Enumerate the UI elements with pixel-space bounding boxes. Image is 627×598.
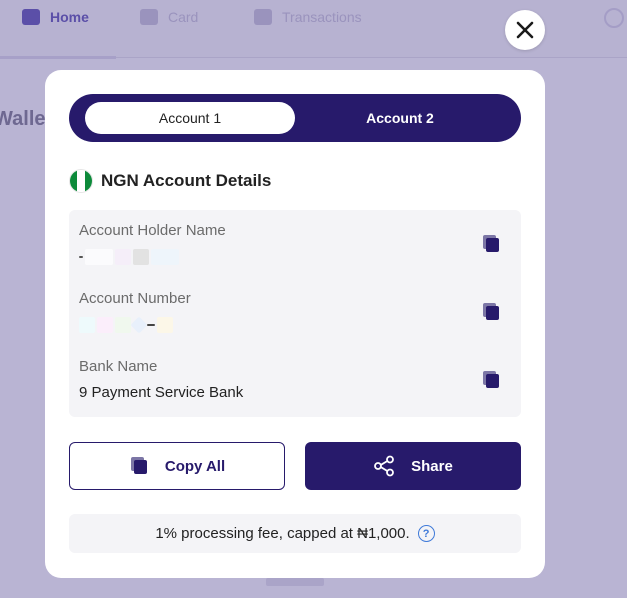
close-button[interactable] [505,10,545,50]
card-icon [140,9,158,25]
share-icon [374,455,395,477]
fee-note: 1% processing fee, capped at ₦1,000. ? [69,514,521,553]
copy-all-button[interactable]: Copy All [69,442,285,490]
redacted-value [79,316,173,334]
section-header: NGN Account Details [69,169,271,193]
nigeria-flag-icon [69,169,93,193]
detail-row-bank-name: Bank Name 9 Payment Service Bank [79,346,511,402]
section-title: NGN Account Details [101,171,272,190]
tab-account-2[interactable]: Account 2 [295,102,505,134]
fee-note-text: 1% processing fee, capped at ₦1,000. [155,525,410,542]
detail-row-account-number: Account Number [79,278,511,334]
help-icon[interactable]: ? [417,525,435,542]
copy-all-label: Copy All [164,457,226,475]
nav-card: Card [140,8,198,26]
account-tabs: Account 1 Account 2 [69,94,521,142]
copy-icon[interactable] [481,302,501,322]
detail-label: Account Number [79,290,191,307]
nav-transactions-label: Transactions [282,9,362,25]
detail-value: 9 Payment Service Bank [79,384,244,401]
detail-label: Bank Name [79,358,158,375]
copy-icon[interactable] [481,234,501,254]
share-button[interactable]: Share [305,442,521,490]
nav-card-label: Card [168,9,199,25]
background-bar [266,578,324,586]
detail-row-holder-name: Account Holder Name [79,210,511,266]
nav-active-underline [0,56,116,59]
nav-home: Home [22,8,89,26]
close-icon [516,21,534,39]
share-label: Share [411,457,453,475]
copy-icon[interactable] [481,370,501,390]
home-icon [22,9,40,25]
copy-icon [130,457,147,474]
redacted-value [79,248,179,266]
account-details-modal: Account 1 Account 2 NGN Account Details … [45,70,545,578]
tab-account-1[interactable]: Account 1 [85,102,295,134]
transactions-icon [254,9,272,25]
account-details-panel: Account Holder Name Account Number Bank … [69,210,521,417]
detail-label: Account Holder Name [79,222,226,239]
gear-icon [604,8,624,28]
nav-home-label: Home [50,9,89,25]
nav-transactions: Transactions [254,8,362,26]
